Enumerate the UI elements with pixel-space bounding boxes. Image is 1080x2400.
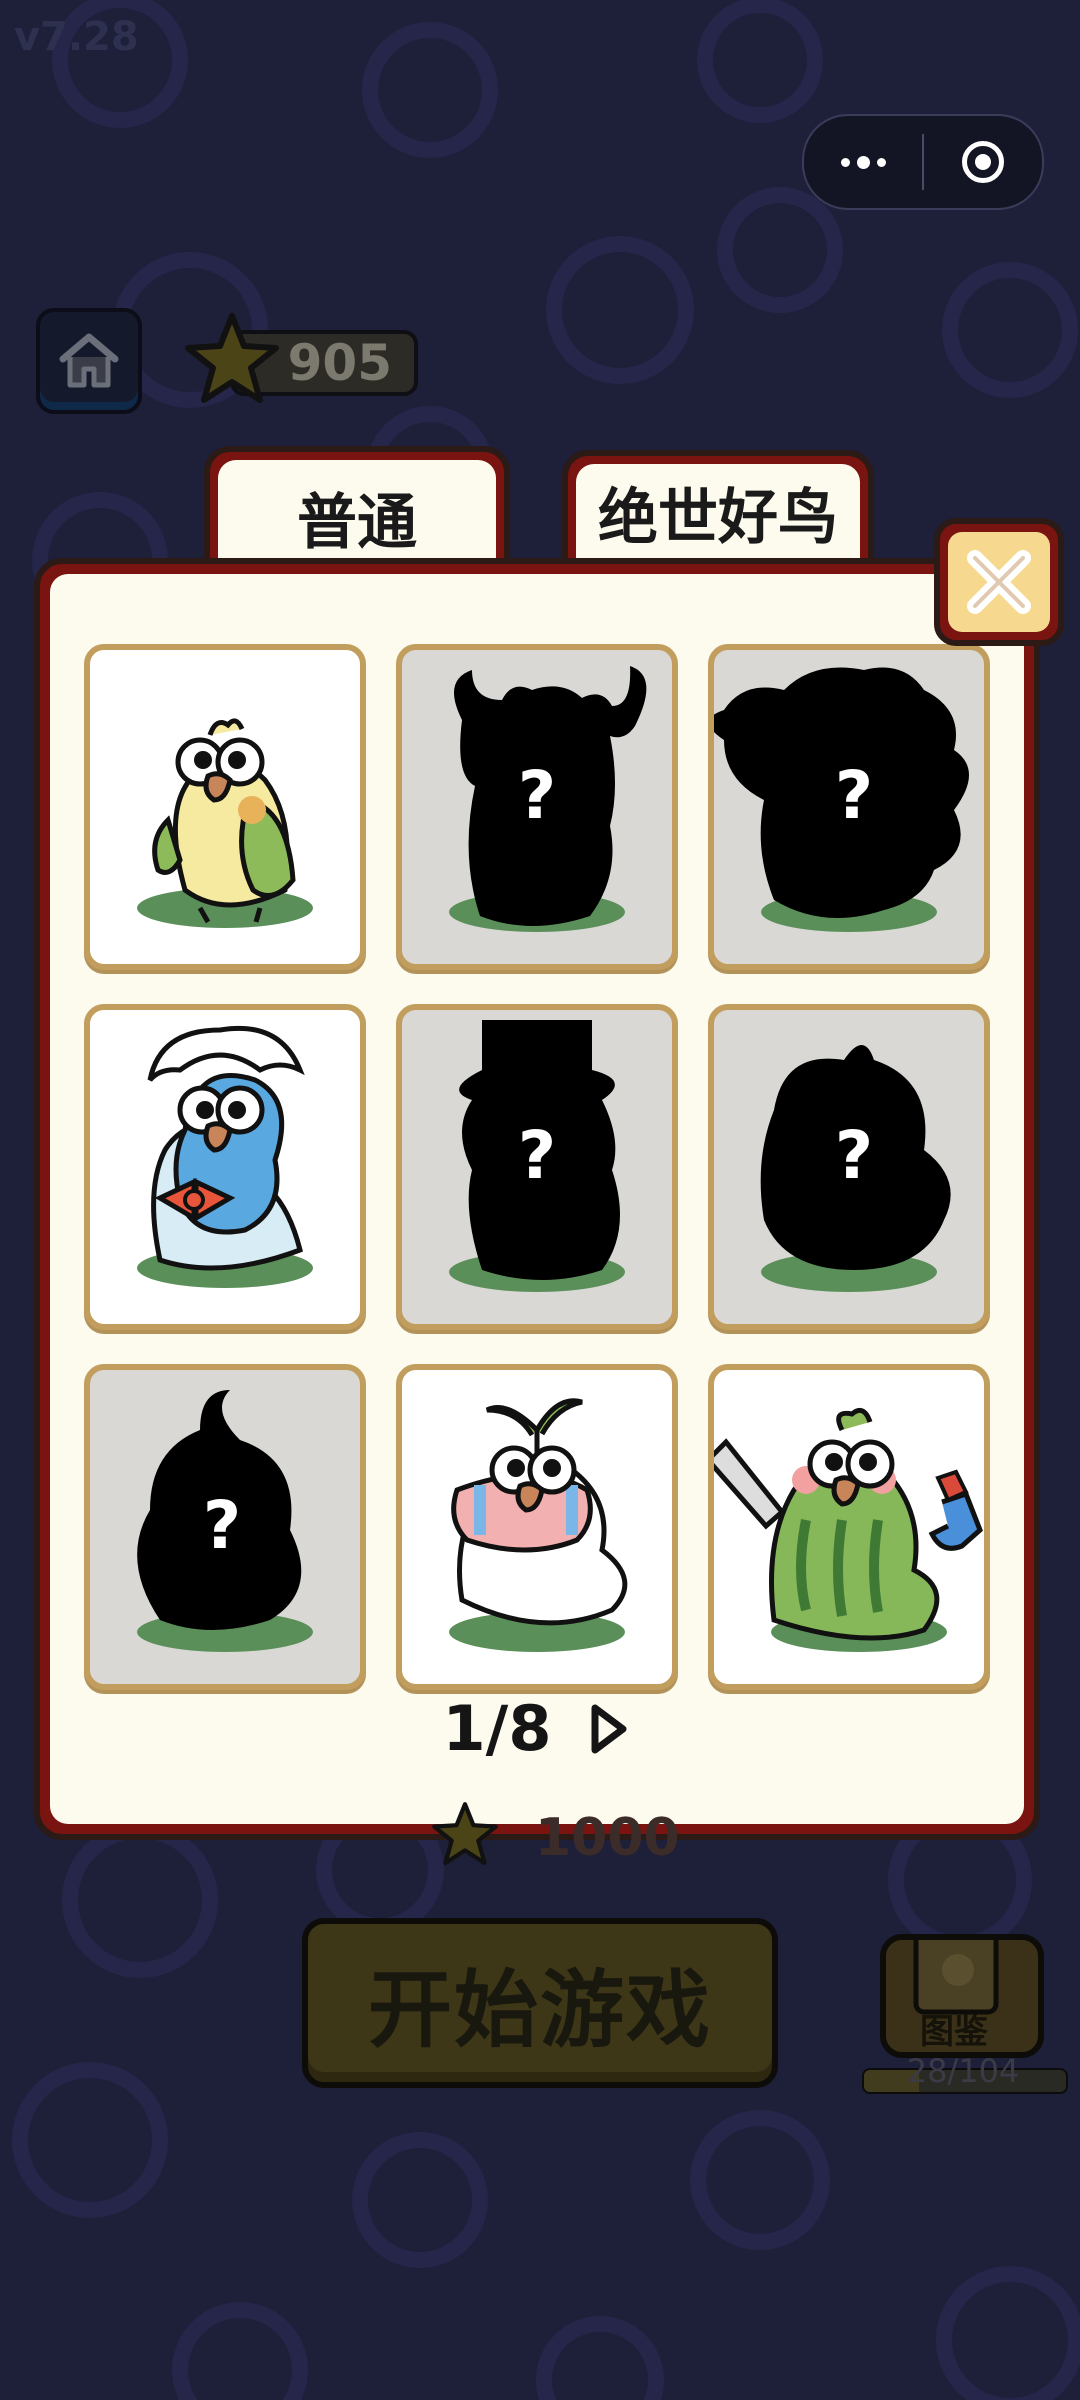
- bird-card[interactable]: ?: [708, 1004, 990, 1330]
- bird-card[interactable]: [84, 1004, 366, 1330]
- bird-card[interactable]: [708, 1364, 990, 1690]
- tab-normal-label: 普通: [297, 487, 417, 558]
- cost-star-icon: [432, 1802, 498, 1866]
- bird-card[interactable]: ?: [396, 644, 678, 970]
- star-icon: [185, 313, 279, 403]
- close-miniprogram-icon[interactable]: [924, 141, 1042, 183]
- bird-card[interactable]: ?: [396, 1004, 678, 1330]
- watermelon-knife-bird-icon: [714, 1407, 983, 1652]
- yellow-cockatiel-icon: [137, 718, 313, 928]
- card-unknown-mark: ?: [518, 1117, 556, 1194]
- card-unknown-mark: ?: [835, 757, 873, 834]
- pager: 1/8: [50, 1692, 1024, 1765]
- top-hat-bird-silhouette-icon: ?: [449, 1020, 625, 1292]
- next-page-icon[interactable]: [587, 1702, 631, 1756]
- fluffy-bird-silhouette-icon: ?: [714, 667, 969, 932]
- close-button[interactable]: [934, 518, 1064, 646]
- card-unknown-mark: ?: [835, 1117, 873, 1194]
- sprout-crying-bird-icon: [449, 1398, 628, 1652]
- page-indicator: 1/8: [442, 1692, 552, 1765]
- bird-card[interactable]: [84, 644, 366, 970]
- gourd-bird-silhouette-icon: ?: [137, 1390, 313, 1652]
- card-unknown-mark: ?: [203, 1487, 241, 1564]
- close-icon: [967, 550, 1031, 614]
- start-cost: 1000: [535, 1808, 680, 1868]
- star-count: 905: [287, 334, 392, 392]
- tab-normal[interactable]: 普通: [204, 446, 510, 574]
- tab-rare-birds-label: 绝世好鸟: [598, 482, 838, 553]
- home-icon: [59, 333, 119, 388]
- tab-rare-birds[interactable]: 绝世好鸟: [562, 450, 874, 568]
- bird-card[interactable]: ?: [708, 644, 990, 970]
- collection-panel: ? ? ? ? ? 1/8: [34, 558, 1040, 1840]
- bird-card[interactable]: ?: [84, 1364, 366, 1690]
- miniprogram-capsule: [802, 114, 1044, 210]
- guide-progress-count: 28/104: [906, 2052, 1020, 2090]
- start-game-button[interactable]: 开始游戏: [302, 1918, 778, 2088]
- home-button[interactable]: [36, 308, 142, 414]
- maid-bird-icon: [137, 1025, 313, 1288]
- start-game-label: 开始游戏: [367, 1960, 712, 2059]
- guide-label: 图鉴: [920, 2012, 988, 2052]
- card-unknown-mark: ?: [518, 757, 556, 834]
- more-options-icon[interactable]: [804, 155, 922, 169]
- bird-card[interactable]: [396, 1364, 678, 1690]
- antler-bird-silhouette-icon: ?: [449, 666, 647, 932]
- version-label: v7.28: [14, 14, 139, 60]
- round-bird-silhouette-icon: ?: [760, 1045, 951, 1292]
